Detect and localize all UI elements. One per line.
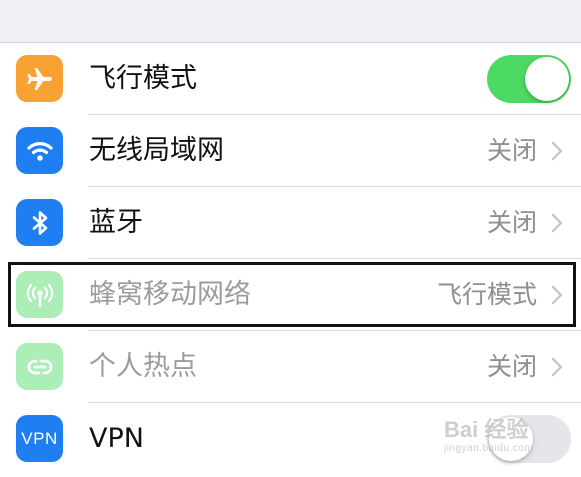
settings-screen: 飞行模式 无线局域网 关闭 蓝牙 关闭 蜂窝移动网络 飞行模式 个人热点 关闭 … (0, 0, 581, 477)
airplane-mode-row[interactable]: 飞行模式 (0, 43, 581, 115)
vpn-label: VPN (89, 423, 144, 454)
wifi-icon (16, 127, 63, 174)
wifi-status: 关闭 (486, 136, 537, 165)
chevron-right-icon (551, 141, 563, 161)
toggle-knob (525, 57, 569, 101)
wifi-label: 无线局域网 (89, 135, 224, 166)
hotspot-icon (16, 343, 63, 390)
chevron-right-icon (551, 213, 563, 233)
vpn-row[interactable]: VPN VPN (0, 403, 581, 475)
settings-group: 飞行模式 无线局域网 关闭 蓝牙 关闭 蜂窝移动网络 飞行模式 个人热点 关闭 … (0, 42, 581, 477)
vpn-icon-text: VPN (21, 428, 58, 448)
bluetooth-status: 关闭 (486, 208, 537, 237)
toggle-knob (489, 417, 533, 461)
top-spacer (0, 0, 581, 42)
wifi-row[interactable]: 无线局域网 关闭 (0, 115, 581, 187)
airplane-mode-toggle[interactable] (487, 55, 571, 103)
bluetooth-label: 蓝牙 (89, 207, 143, 238)
hotspot-row[interactable]: 个人热点 关闭 (0, 331, 581, 403)
bluetooth-row[interactable]: 蓝牙 关闭 (0, 187, 581, 259)
airplane-mode-label: 飞行模式 (89, 63, 197, 94)
airplane-icon (16, 55, 63, 102)
vpn-toggle[interactable] (487, 415, 571, 463)
bluetooth-icon (16, 199, 63, 246)
hotspot-label: 个人热点 (89, 351, 197, 382)
highlight-outline (8, 262, 576, 327)
hotspot-status: 关闭 (486, 352, 537, 381)
vpn-icon: VPN (16, 415, 63, 462)
chevron-right-icon (551, 357, 563, 377)
